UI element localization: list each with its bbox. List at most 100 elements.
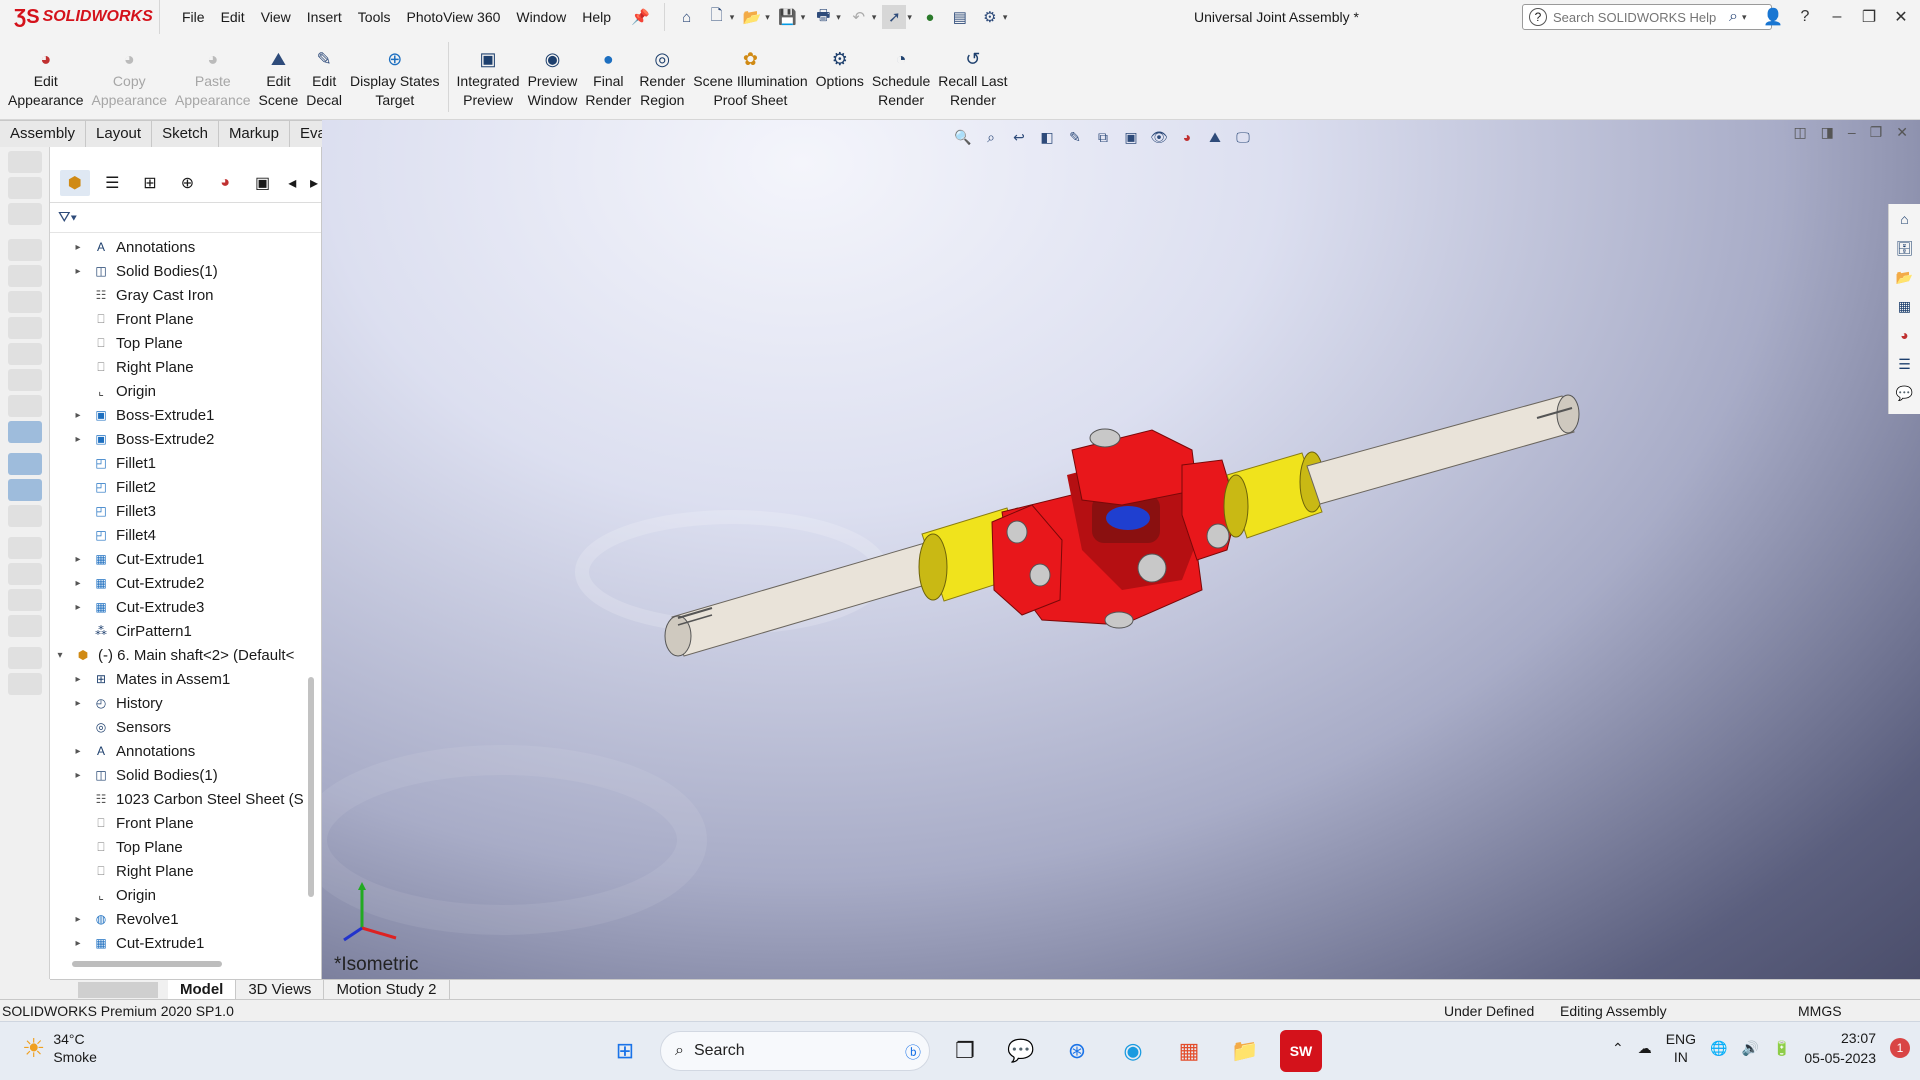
tool-icon[interactable]: [8, 563, 42, 585]
edit-appearance-icon[interactable]: ◕: [1176, 126, 1198, 148]
tool-icon[interactable]: [8, 151, 42, 173]
tool-icon[interactable]: [8, 203, 42, 225]
menu-insert[interactable]: Insert: [299, 0, 350, 34]
tool-icon[interactable]: [8, 291, 42, 313]
view-orientation-icon[interactable]: ⧉: [1092, 126, 1114, 148]
open-folder-icon[interactable]: 📂: [740, 5, 764, 29]
feature-tree-tab-icon[interactable]: ⬢: [60, 169, 90, 196]
microsoft-store-icon[interactable]: ▦: [1168, 1030, 1210, 1072]
windows-start-icon[interactable]: ⊞: [604, 1030, 646, 1072]
clock[interactable]: 23:07 05-05-2023: [1804, 1028, 1876, 1068]
task-view-icon[interactable]: ❐: [944, 1030, 986, 1072]
graphics-viewport[interactable]: 🔍 ⌕ ↩ ◧ ✎ ⧉ ▣ 👁 ◕ ⛰ 🖵 ◫ ◨ – ❐ ✕ ⌂ 🗄 📂 ▦ …: [322, 120, 1920, 979]
menu-tools[interactable]: Tools: [350, 0, 399, 34]
edit-decal-button[interactable]: ✎ Edit Decal: [302, 34, 346, 119]
right-shaft[interactable]: [1306, 394, 1580, 505]
tree-node[interactable]: ▸ ⊞ Mates in Assem1: [50, 667, 306, 691]
paste-appearance-button[interactable]: ◕ Paste Appearance: [171, 34, 255, 119]
new-document-icon[interactable]: 🗋: [705, 5, 729, 29]
yoke-assembly[interactable]: [991, 428, 1238, 629]
chevron-right-icon[interactable]: ▸: [307, 170, 321, 196]
tree-node[interactable]: ▸ ▦ Cut-Extrude1: [50, 547, 306, 571]
tool-icon[interactable]: [8, 177, 42, 199]
notification-badge[interactable]: 1: [1890, 1038, 1910, 1058]
tab-layout[interactable]: Layout: [86, 120, 153, 147]
filter-icon[interactable]: ⛛▾: [58, 209, 77, 226]
tab-assembly[interactable]: Assembly: [0, 120, 87, 147]
menu-help[interactable]: Help: [574, 0, 619, 34]
tree-node[interactable]: ▸ ▦ Cut-Extrude2: [50, 571, 306, 595]
tree-node[interactable]: ⁂ CirPattern1: [50, 619, 306, 643]
user-account-icon[interactable]: 👤: [1762, 7, 1784, 27]
tool-icon[interactable]: [8, 369, 42, 391]
pin-icon[interactable]: 📌: [631, 8, 650, 26]
chevron-right-icon[interactable]: ▸: [72, 602, 84, 613]
previous-view-icon[interactable]: ↩: [1008, 126, 1030, 148]
tree-node[interactable]: ⎕ Right Plane: [50, 859, 306, 883]
volume-icon[interactable]: 🔊: [1742, 1040, 1759, 1057]
tree-vertical-scrollbar[interactable]: [308, 677, 314, 897]
tree-node[interactable]: ◎ Sensors: [50, 715, 306, 739]
tree-node[interactable]: ▸ ▦ Cut-Extrude1: [50, 931, 306, 952]
chevron-down-icon[interactable]: ▾: [872, 12, 877, 23]
tree-horizontal-scrollbar[interactable]: [72, 961, 222, 967]
view-palette-icon[interactable]: ▦: [1894, 295, 1916, 317]
tool-icon[interactable]: [8, 343, 42, 365]
chevron-down-icon[interactable]: ▾: [836, 12, 841, 23]
taskbar-search[interactable]: ⌕ Search ⓑ: [660, 1031, 930, 1071]
solidworks-taskbar-icon[interactable]: SW: [1280, 1030, 1322, 1072]
tile-left-icon[interactable]: ◫: [1793, 124, 1806, 141]
dynamic-annotation-icon[interactable]: ✎: [1064, 126, 1086, 148]
hide-show-items-icon[interactable]: 👁: [1148, 126, 1170, 148]
section-view-icon[interactable]: ◧: [1036, 126, 1058, 148]
tree-node[interactable]: ◰ Fillet3: [50, 499, 306, 523]
menu-photoview-360[interactable]: PhotoView 360: [398, 0, 508, 34]
tree-node[interactable]: ▸ ◫ Solid Bodies(1): [50, 259, 306, 283]
traffic-light-icon[interactable]: ●: [918, 5, 942, 29]
restore-icon[interactable]: ❐: [1858, 7, 1880, 27]
tree-node[interactable]: ▸ A Annotations: [50, 739, 306, 763]
chevron-right-icon[interactable]: ▸: [72, 578, 84, 589]
tree-node[interactable]: ▸ ▦ Cut-Extrude3: [50, 595, 306, 619]
chevron-right-icon[interactable]: ▸: [72, 938, 84, 949]
tree-node[interactable]: ▸ ◍ Revolve1: [50, 907, 306, 931]
close-icon[interactable]: ✕: [1890, 7, 1912, 27]
tree-node[interactable]: ▾ ⬢ (-) 6. Main shaft<2> (Default<: [50, 643, 306, 667]
recall-render-button[interactable]: ↺ Recall Last Render: [934, 34, 1011, 119]
tool-icon[interactable]: [8, 589, 42, 611]
display-manager-tab-icon[interactable]: ◕: [210, 170, 240, 196]
tool-icon[interactable]: [8, 317, 42, 339]
tree-node[interactable]: ⎕ Top Plane: [50, 835, 306, 859]
proof-sheet-button[interactable]: ✿ Scene Illumination Proof Sheet: [689, 34, 811, 119]
chevron-right-icon[interactable]: ▸: [72, 674, 84, 685]
chevron-up-icon[interactable]: ⌃: [1612, 1040, 1624, 1057]
view-settings-icon[interactable]: 🖵: [1232, 126, 1254, 148]
teams-chat-icon[interactable]: 💬: [1000, 1030, 1042, 1072]
chevron-down-icon[interactable]: ▾: [1742, 12, 1747, 23]
preview-window-button[interactable]: ◉ Preview Window: [524, 34, 582, 119]
save-icon[interactable]: 💾: [776, 5, 800, 29]
help-icon[interactable]: ?: [1794, 8, 1816, 26]
chevron-right-icon[interactable]: ▸: [72, 242, 84, 253]
tree-node[interactable]: ⎕ Right Plane: [50, 355, 306, 379]
unit-system[interactable]: MMGS: [1798, 1000, 1842, 1022]
tree-node[interactable]: ⎕ Top Plane: [50, 331, 306, 355]
restore-icon[interactable]: ❐: [1870, 124, 1883, 141]
undo-icon[interactable]: ↶: [847, 5, 871, 29]
right-bushing[interactable]: [1223, 451, 1325, 539]
tool-icon[interactable]: [8, 479, 42, 501]
integrated-preview-button[interactable]: ▣ Integrated Preview: [453, 34, 524, 119]
render-region-button[interactable]: ◎ Render Region: [635, 34, 689, 119]
zoom-to-fit-icon[interactable]: 🔍: [952, 126, 974, 148]
chevron-down-icon[interactable]: ▾: [730, 12, 735, 23]
menu-view[interactable]: View: [253, 0, 299, 34]
final-render-button[interactable]: ● Final Render: [581, 34, 635, 119]
chevron-right-icon[interactable]: ▸: [72, 914, 84, 925]
copy-appearance-button[interactable]: ◕ Copy Appearance: [88, 34, 172, 119]
tab-scroll-arrows[interactable]: [78, 981, 158, 998]
design-library-icon[interactable]: 🗄: [1894, 237, 1916, 259]
solidworks-resources-icon[interactable]: ⌂: [1894, 208, 1916, 230]
tab-markup[interactable]: Markup: [218, 120, 290, 147]
tree-node[interactable]: ⌞ Origin: [50, 883, 306, 907]
zoom-to-area-icon[interactable]: ⌕: [980, 126, 1002, 148]
